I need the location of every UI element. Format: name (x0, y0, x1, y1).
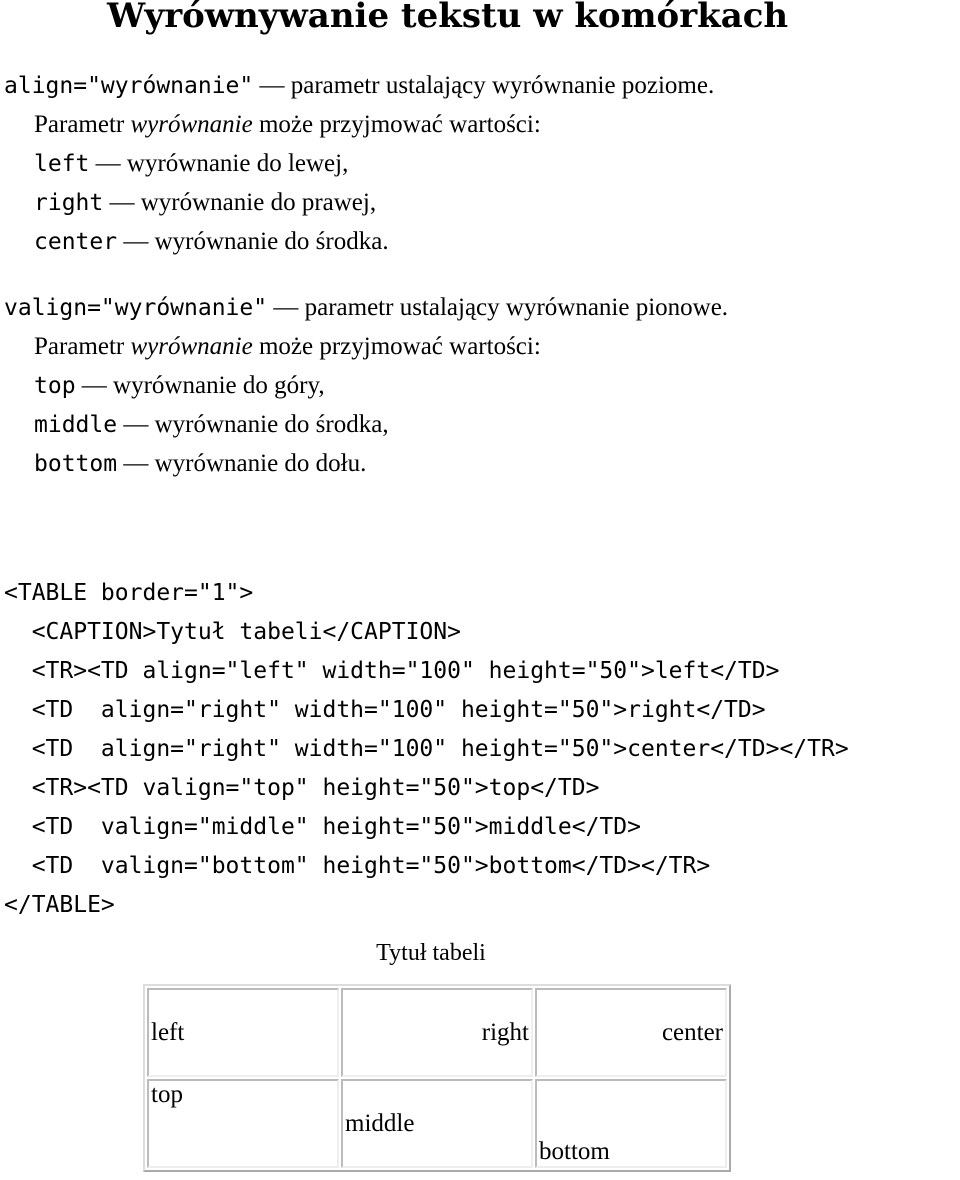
value-code: center (34, 229, 118, 255)
valign-value-bottom: bottom — wyrównanie do dołu. (34, 444, 366, 483)
cell-left: left (147, 988, 339, 1077)
param-post: może przyjmować wartości: (252, 111, 541, 138)
value-desc: — wyrównanie do środka, (117, 411, 389, 438)
code-line: <TABLE border="1"> (4, 580, 254, 606)
table-row: top middle bottom (147, 1079, 727, 1168)
param-em: wyrównanie (130, 333, 253, 360)
value-code: middle (34, 412, 118, 438)
table-row: left right center (147, 988, 727, 1077)
align-value-right: right — wyrównanie do prawej, (34, 183, 376, 222)
valign-param: Parametr wyrównanie może przyjmować wart… (34, 327, 541, 366)
valign-value-middle: middle — wyrównanie do środka, (34, 405, 389, 444)
cell-right: right (341, 988, 533, 1077)
code-line: </TABLE> (4, 892, 115, 918)
cell-center: center (535, 988, 727, 1077)
code-line: <TD valign="bottom" height="50">bottom</… (4, 853, 711, 879)
code-line: <TD valign="middle" height="50">middle</… (4, 814, 641, 840)
value-code: right (34, 190, 104, 216)
code-line: <CAPTION>Tytuł tabeli</CAPTION> (4, 619, 461, 645)
value-desc: — wyrównanie do prawej, (103, 189, 377, 216)
valign-desc: — parametr ustalający wyrównanie pionowe… (267, 294, 729, 321)
value-desc: — wyrównanie do dołu. (117, 450, 367, 477)
param-pre: Parametr (34, 333, 131, 360)
align-code: align="wyrównanie" (4, 73, 254, 99)
param-em: wyrównanie (130, 111, 253, 138)
param-pre: Parametr (34, 111, 131, 138)
value-code: bottom (34, 451, 118, 477)
valign-code: valign="wyrównanie" (4, 295, 268, 321)
align-param: Parametr wyrównanie może przyjmować wart… (34, 105, 541, 144)
code-line: <TD align="right" width="100" height="50… (4, 736, 849, 762)
value-code: top (34, 373, 76, 399)
value-code: left (34, 151, 90, 177)
value-desc: — wyrównanie do lewej, (89, 150, 349, 177)
code-line: <TD align="right" width="100" height="50… (4, 697, 766, 723)
align-value-center: center — wyrównanie do środka. (34, 222, 389, 261)
code-line: <TR><TD align="left" width="100" height=… (4, 658, 780, 684)
value-desc: — wyrównanie do środka. (117, 228, 389, 255)
valign-definition: valign="wyrównanie" — parametr ustalając… (4, 288, 728, 327)
align-desc: — parametr ustalający wyrównanie poziome… (253, 72, 715, 99)
align-definition: align="wyrównanie" — parametr ustalający… (4, 66, 714, 105)
demo-table: left right center top middle bottom (143, 984, 731, 1172)
page-title: Wyrównywanie tekstu w komórkach (107, 0, 789, 36)
align-value-left: left — wyrównanie do lewej, (34, 144, 348, 183)
value-desc: — wyrównanie do góry, (75, 372, 325, 399)
cell-bottom: bottom (535, 1079, 727, 1168)
cell-middle: middle (341, 1079, 533, 1168)
param-post: może przyjmować wartości: (252, 333, 541, 360)
table-caption: Tytuł tabeli (376, 940, 486, 966)
valign-value-top: top — wyrównanie do góry, (34, 366, 325, 405)
cell-top: top (147, 1079, 339, 1168)
code-line: <TR><TD valign="top" height="50">top</TD… (4, 775, 600, 801)
